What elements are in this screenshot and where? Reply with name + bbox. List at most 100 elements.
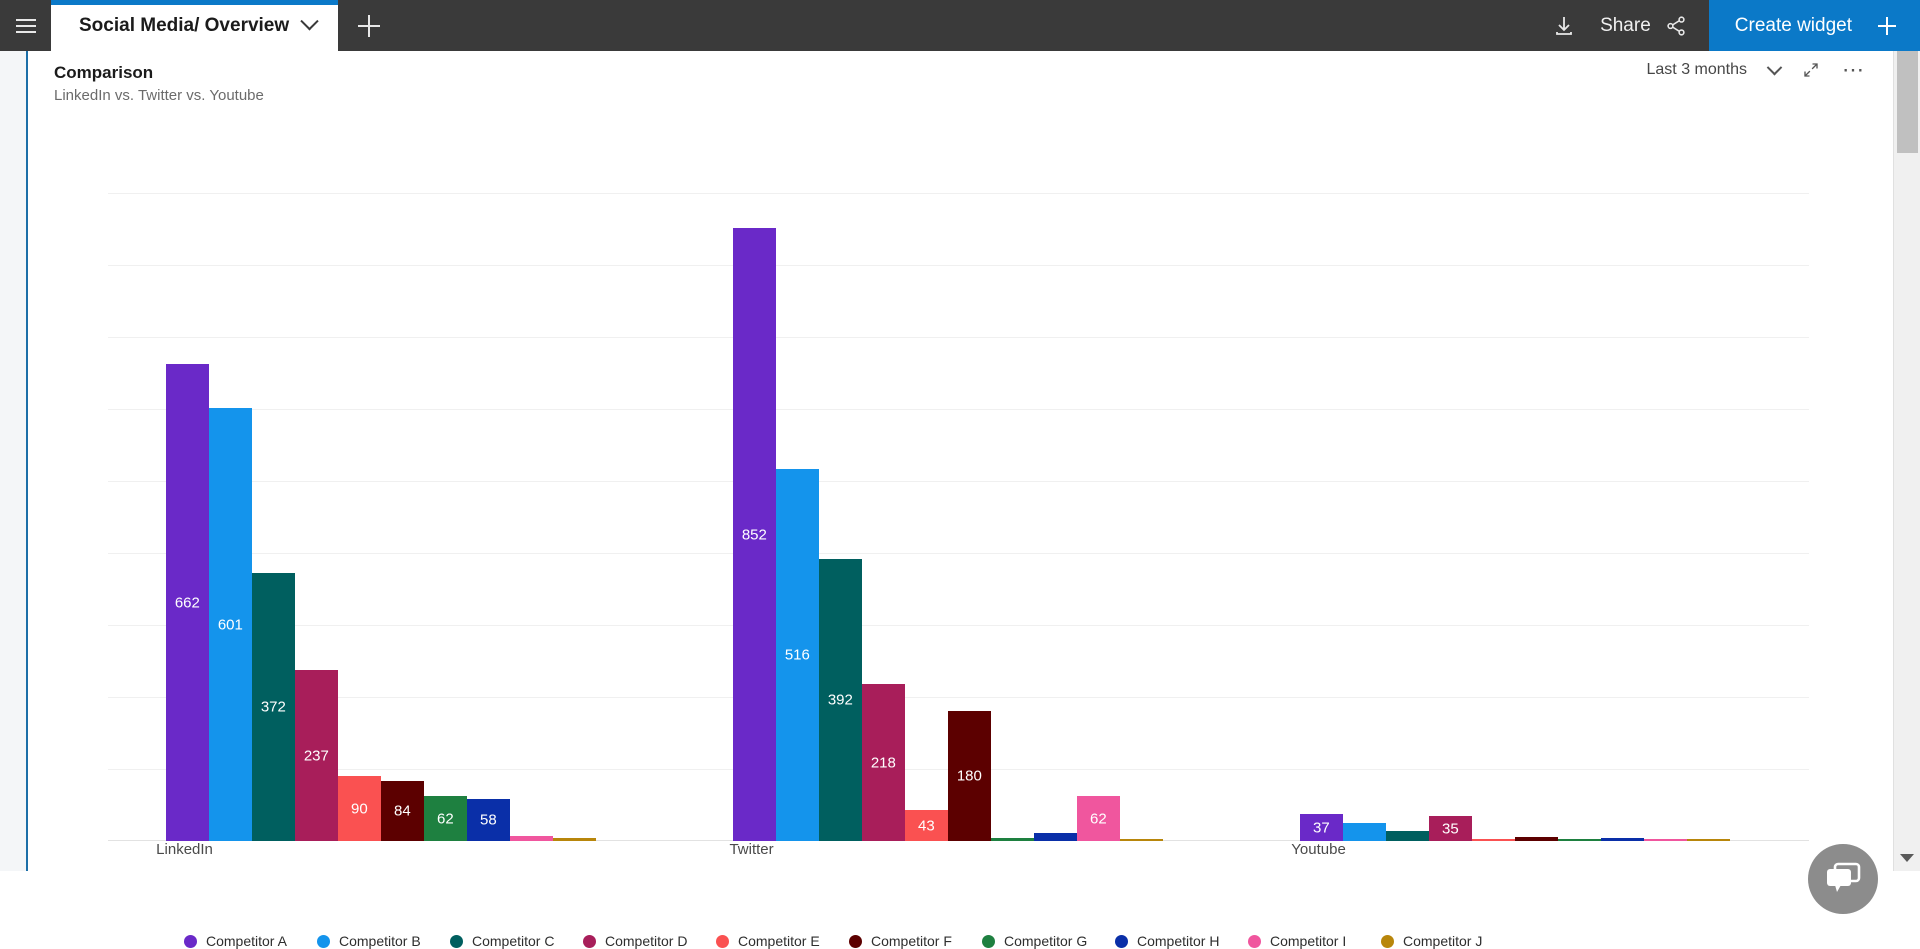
bar-value-label: 852 [741,526,767,543]
x-axis-tick-label: LinkedIn [156,841,213,858]
page-title: Comparison [54,63,154,82]
date-range-selector[interactable]: Last 3 months [1647,61,1748,79]
widget-header-controls: Last 3 months ⋯ [1647,59,1866,81]
bar[interactable]: 218 [861,684,905,841]
legend-color-dot [184,934,197,948]
bar[interactable]: 237 [294,670,338,841]
bar-value-label: 84 [393,802,411,820]
scrollbar-thumb[interactable] [1897,51,1918,153]
bar-value-label: 237 [303,747,329,764]
legend-color-dot [716,934,729,948]
legend-label: Competitor E [738,933,820,949]
comparison-widget-card: Comparison LinkedIn vs. Twitter vs. Yout… [26,51,1895,949]
caret-down-icon[interactable] [1900,854,1914,862]
legend-color-dot [583,934,596,948]
create-widget-button[interactable]: Create widget [1708,0,1920,51]
chat-widget-button[interactable] [1808,844,1878,914]
legend-item[interactable]: Competitor D [583,933,716,949]
download-icon [1556,16,1572,35]
x-axis-tick: Twitter [675,841,1242,867]
bar[interactable]: 37 [1299,814,1343,841]
bar-group-twitter: 852 516 392 218 43 180 62 [675,193,1242,841]
bar[interactable]: 58 [466,799,510,841]
bar[interactable]: 62 [1076,796,1120,841]
bar[interactable]: 62 [423,796,467,841]
bar-chart: 662 601 372 237 90 84 62 58 852 516 392 218 43 180 62 3… [28,147,1895,949]
legend-color-dot [1115,934,1128,948]
legend-item[interactable]: Competitor E [716,933,849,949]
legend-color-dot [982,934,995,948]
bar-value-label: 90 [350,800,368,817]
bar-value-label: 392 [827,691,853,709]
bar[interactable] [1342,823,1386,841]
legend-label: Competitor B [339,933,421,949]
legend-label: Competitor H [1137,933,1220,949]
legend-label: Competitor F [871,933,952,949]
legend-label: Competitor D [605,933,688,949]
bar[interactable]: 392 [818,559,862,841]
hamburger-menu-icon[interactable] [0,0,51,51]
bar[interactable]: 852 [732,228,776,841]
new-tab-button[interactable] [338,0,400,51]
hamburger-bar [15,30,36,33]
legend-item[interactable]: Competitor I [1248,933,1381,949]
plot-area: 662 601 372 237 90 84 62 58 852 516 392 218 43 180 62 3… [108,193,1809,841]
x-axis-tick: LinkedIn [108,841,675,867]
bar[interactable] [1385,831,1429,841]
hamburger-bar [15,24,36,27]
bar-value-label: 662 [174,594,200,611]
bar-value-label: 62 [1089,810,1107,827]
tab-label: Social Media/ Overview [79,14,290,36]
bar[interactable]: 35 [1428,816,1472,841]
legend-label: Competitor G [1004,933,1088,949]
bar[interactable]: 601 [208,408,252,841]
chevron-down-icon[interactable] [1766,59,1783,75]
bar[interactable]: 372 [251,573,295,841]
share-nodes-icon [1667,15,1685,36]
vertical-scrollbar[interactable] [1893,51,1920,871]
bar-value-label: 218 [870,754,896,771]
bar-value-label: 62 [436,810,454,827]
expand-arrows-icon[interactable] [1802,61,1820,79]
share-label: Share [1600,14,1651,36]
legend-item[interactable]: Competitor A [184,933,317,949]
chart-legend: Competitor A Competitor B Competitor C Comp… [28,933,1895,949]
bar[interactable]: 662 [165,364,209,841]
tab-social-media-overview[interactable]: Social Media/ Overview [51,0,339,51]
legend-item[interactable]: Competitor H [1115,933,1248,949]
legend-color-dot [317,934,330,948]
hamburger-bar [15,18,36,21]
create-widget-label: Create widget [1734,14,1852,36]
legend-item[interactable]: Competitor C [450,933,583,949]
bar[interactable]: 516 [775,469,819,841]
x-axis-tick-label: Youtube [1291,841,1346,858]
legend-color-dot [450,934,463,948]
share-button[interactable]: Share [1590,0,1709,51]
topbar-actions: Share Create widget [1538,0,1920,51]
bar-value-label: 180 [956,767,982,785]
bar-value-label: 58 [479,811,497,829]
bar[interactable]: 43 [904,810,948,841]
bar[interactable]: 84 [380,781,424,841]
bar-value-label: 372 [260,698,286,716]
legend-item[interactable]: Competitor B [317,933,450,949]
page-body: Comparison LinkedIn vs. Twitter vs. Yout… [0,51,1920,949]
legend-color-dot [849,934,862,948]
legend-label: Competitor C [472,933,555,949]
download-button[interactable] [1538,0,1590,51]
bar[interactable]: 90 [337,776,381,841]
legend-label: Competitor J [1403,933,1483,949]
bar[interactable] [1033,833,1077,841]
legend-item[interactable]: Competitor G [982,933,1115,949]
bar-value-label: 43 [917,817,935,834]
ellipsis-icon[interactable]: ⋯ [1842,59,1865,81]
legend-color-dot [1381,934,1394,948]
chevron-down-icon[interactable] [300,12,319,31]
bar[interactable]: 180 [947,711,991,841]
top-bar: Social Media/ Overview Share Create widg… [0,0,1920,51]
bar-value-label: 601 [217,616,243,633]
legend-item[interactable]: Competitor J [1381,933,1514,949]
legend-label: Competitor I [1270,933,1347,949]
legend-item[interactable]: Competitor F [849,933,982,949]
